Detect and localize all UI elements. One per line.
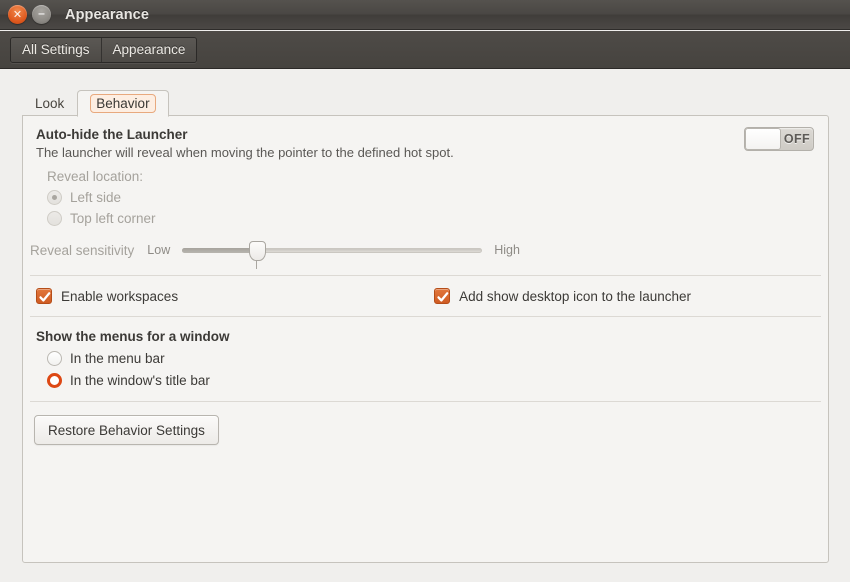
tab-strip: Look Behavior [22,89,169,116]
sensitivity-high-label: High [494,243,520,257]
window-menus-radio-group: In the menu bar In the window's title ba… [36,351,828,388]
reveal-sensitivity-row: Reveal sensitivity Low High [23,226,828,275]
reveal-sensitivity-slider[interactable] [182,239,482,261]
window-menus-section: Show the menus for a window In the menu … [23,317,828,401]
auto-hide-section: Auto-hide the Launcher The launcher will… [23,116,828,275]
slider-tick-mark [256,261,257,269]
add-show-desktop-icon-label: Add show desktop icon to the launcher [459,289,691,304]
reveal-option-left-side[interactable]: Left side [47,190,828,205]
toolbar: All Settings Appearance [0,31,850,69]
restore-section: Restore Behavior Settings [23,402,828,445]
toggle-state-label: OFF [781,132,813,146]
slider-thumb[interactable] [249,241,266,261]
reveal-option-top-left-corner-label: Top left corner [70,211,156,226]
tab-behavior-label: Behavior [90,94,155,113]
auto-hide-description: The launcher will reveal when moving the… [36,145,815,160]
all-settings-button[interactable]: All Settings [11,38,101,62]
slider-fill [182,248,257,253]
behavior-panel: Auto-hide the Launcher The launcher will… [22,115,829,563]
appearance-window: ✕ – Appearance All Settings Appearance L… [0,0,850,582]
settings-notebook: Look Behavior Auto-hide the Launcher The… [22,89,829,563]
enable-workspaces-checkbox[interactable]: Enable workspaces [36,288,178,304]
auto-hide-title: Auto-hide the Launcher [36,127,815,142]
tab-behavior[interactable]: Behavior [77,90,168,117]
menus-option-title-bar[interactable]: In the window's title bar [47,373,828,388]
tab-look-label: Look [35,96,64,111]
window-menus-title: Show the menus for a window [36,329,828,344]
radio-icon-title-bar-selected [47,373,62,388]
checkbox-checked-icon [36,288,52,304]
auto-hide-header: Auto-hide the Launcher The launcher will… [23,127,828,160]
enable-workspaces-label: Enable workspaces [61,289,178,304]
toggle-knob [745,128,781,150]
window-titlebar: ✕ – Appearance [0,0,850,30]
close-icon[interactable]: ✕ [8,5,27,24]
menus-option-menu-bar[interactable]: In the menu bar [47,351,828,366]
radio-icon-left-side [47,190,62,205]
minimize-icon[interactable]: – [32,5,51,24]
appearance-button[interactable]: Appearance [101,38,197,62]
close-glyph: ✕ [8,5,27,24]
checkbox-checked-icon [434,288,450,304]
menus-option-menu-bar-label: In the menu bar [70,351,165,366]
reveal-location-group: Reveal location: Left side Top left corn… [23,160,828,226]
menus-option-title-bar-label: In the window's title bar [70,373,210,388]
reveal-location-label: Reveal location: [47,169,828,184]
sensitivity-low-label: Low [147,243,170,257]
add-show-desktop-icon-checkbox[interactable]: Add show desktop icon to the launcher [434,288,691,304]
radio-icon-menu-bar [47,351,62,366]
reveal-option-left-side-label: Left side [70,190,121,205]
reveal-sensitivity-label: Reveal sensitivity [30,243,134,258]
checkbox-section: Enable workspaces Add show desktop icon … [23,276,828,316]
reveal-option-top-left-corner[interactable]: Top left corner [47,211,828,226]
restore-behavior-settings-button[interactable]: Restore Behavior Settings [34,415,219,445]
auto-hide-toggle-switch[interactable]: OFF [744,127,814,151]
minimize-glyph: – [32,3,51,24]
window-title: Appearance [65,7,149,23]
toolbar-button-group: All Settings Appearance [10,37,197,63]
radio-icon-top-left-corner [47,211,62,226]
tab-look[interactable]: Look [22,90,77,116]
